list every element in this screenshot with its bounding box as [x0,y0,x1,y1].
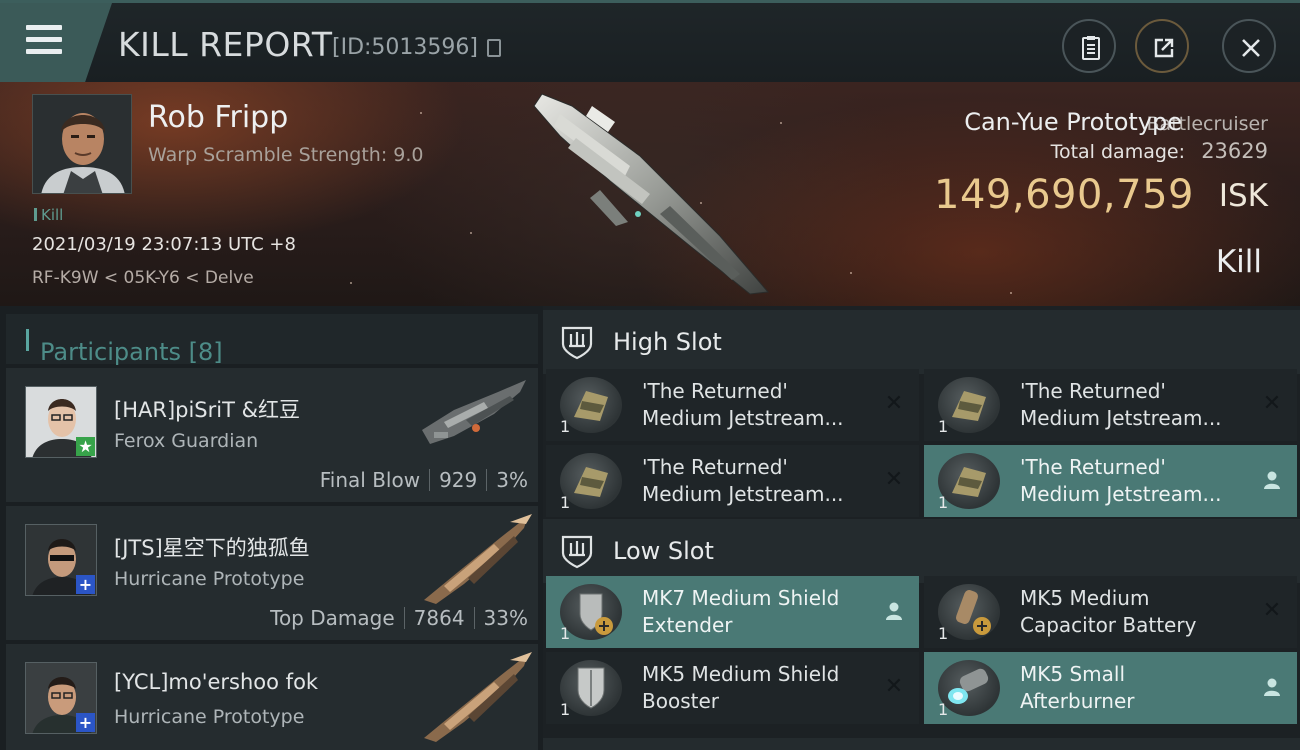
report-id: [ID:5013596] [332,35,478,60]
participant-stats: Top Damage 7864 33% [270,606,528,630]
destroyed-icon: ✕ [1262,391,1282,416]
participant-ship-image [424,652,532,742]
low-slot-icon [561,535,593,569]
kill-datetime: 2021/03/19 23:07:13 UTC +8 [32,234,296,255]
clipboard-icon [1082,36,1100,60]
participant-card[interactable]: ★ [HAR]piSriT &红豆 Ferox Guardian Final B… [6,368,538,502]
high-slot-header: High Slot [543,310,1300,374]
participant-name: [YCL]mo'ershoo fok [114,670,319,694]
module-name-2: Medium Jetstream... [642,406,844,430]
share-button[interactable] [1135,19,1189,73]
module-item[interactable]: 1 'The Returned' Medium Jetstream... ✕ [546,445,919,517]
participant-card[interactable]: + [JTS]星空下的独孤鱼 Hurricane Prototype Top D… [6,506,538,640]
module-name-2: Medium Jetstream... [1020,406,1222,430]
destroyed-icon: ✕ [884,674,904,699]
high-slot-icon [561,326,593,360]
participant-percent: 3% [496,468,528,492]
participant-role: Top Damage [270,606,395,630]
module-name: MK5 Medium [1020,586,1150,610]
module-name-2: Medium Jetstream... [642,482,844,506]
victim-name: Rob Fripp [148,100,289,135]
module-item[interactable]: 1 MK7 Medium Shield Extender [546,576,919,648]
participants-panel: Participants [8] ★ [HAR]piSriT &红豆 Ferox… [0,306,543,750]
kill-tag: Kill [34,206,63,224]
participant-role: Final Blow [319,468,421,492]
module-name-2: Afterburner [1020,689,1135,713]
page-title: KILL REPORT [118,25,333,64]
module-item[interactable]: 1 MK5 Medium Capacitor Battery ✕ [924,576,1297,648]
high-slot-title: High Slot [613,328,722,356]
participant-ship-image [424,514,532,604]
module-name-2: Extender [642,613,733,637]
menu-icon [26,25,62,55]
destroyed-icon: ✕ [884,391,904,416]
victim-attribute: Warp Scramble Strength: 9.0 [148,144,424,166]
module-name: MK7 Medium Shield [642,586,840,610]
ship-name[interactable]: Can-Yue Prototype [964,108,1182,136]
victim-ship-image[interactable] [520,86,790,301]
participant-avatar[interactable]: ★ [25,386,97,458]
dropped-person-icon [1264,471,1280,489]
participant-ship: Hurricane Prototype [114,568,305,590]
participant-percent: 33% [483,606,528,630]
participants-header: Participants [8] [6,314,538,366]
close-icon [1242,39,1260,57]
module-name: 'The Returned' [642,455,788,479]
module-item[interactable]: 1 'The Returned' Medium Jetstream... ✕ [924,369,1297,441]
total-damage-label: Total damage: [1050,141,1185,163]
participant-stats: Final Blow 929 3% [320,468,528,492]
share-icon [1154,38,1174,58]
participant-damage: 7864 [413,606,465,630]
participant-avatar[interactable]: + [25,662,97,734]
participant-ship: Ferox Guardian [114,430,259,452]
fitting-panel: High Slot 1 'The Returned' Medium Jetstr… [543,306,1300,750]
close-button[interactable] [1222,19,1276,73]
participant-name: [HAR]piSriT &红豆 [114,398,300,422]
isk-unit: ISK [1218,178,1268,214]
clipboard-button[interactable] [1062,19,1116,73]
victim-avatar[interactable] [32,94,132,194]
participant-avatar[interactable]: + [25,524,97,596]
module-name-2: Medium Jetstream... [1020,482,1222,506]
isk-value: 149,690,759 [934,172,1194,218]
plus-badge-icon: + [76,713,95,732]
participant-ship: Hurricane Prototype [114,706,305,728]
module-item[interactable]: 1 MK5 Medium Shield Booster ✕ [546,652,919,724]
header-bar: KILL REPORT [ID:5013596] [0,0,1300,82]
star-badge-icon: ★ [76,437,95,456]
participants-count: [8] [188,338,223,366]
kill-location[interactable]: RF-K9W < 05K-Y6 < Delve [32,268,254,288]
participant-name: [JTS]星空下的独孤鱼 [114,536,310,560]
module-item[interactable]: 1 'The Returned' Medium Jetstream... [924,445,1297,517]
dropped-person-icon [1264,678,1280,696]
kill-result: Kill [1215,244,1262,280]
dropped-person-icon [886,602,902,620]
module-name-2: Booster [642,689,719,713]
plus-badge-icon: + [76,575,95,594]
module-item[interactable]: 1 MK5 Small Afterburner [924,652,1297,724]
module-name-2: Capacitor Battery [1020,613,1197,637]
destroyed-icon: ✕ [884,467,904,492]
mid-slot-header [543,738,1300,750]
module-item[interactable]: 1 'The Returned' Medium Jetstream... ✕ [546,369,919,441]
module-name: MK5 Medium Shield [642,662,840,686]
participant-card[interactable]: + [YCL]mo'ershoo fok Hurricane Prototype [6,644,538,750]
participants-label: Participants [8] [40,338,223,366]
victim-banner: Rob Fripp Warp Scramble Strength: 9.0 Ki… [0,82,1300,306]
copy-icon[interactable] [487,39,501,57]
module-name: 'The Returned' [1020,455,1166,479]
module-name: 'The Returned' [642,379,788,403]
total-damage-value: 23629 [1201,139,1268,163]
low-slot-header: Low Slot [543,519,1300,583]
participant-damage: 929 [439,468,478,492]
low-slot-title: Low Slot [613,537,714,565]
module-name: 'The Returned' [1020,379,1166,403]
menu-button[interactable] [0,3,112,82]
module-name: MK5 Small [1020,662,1125,686]
participant-ship-image [422,380,526,444]
destroyed-icon: ✕ [1262,598,1282,623]
